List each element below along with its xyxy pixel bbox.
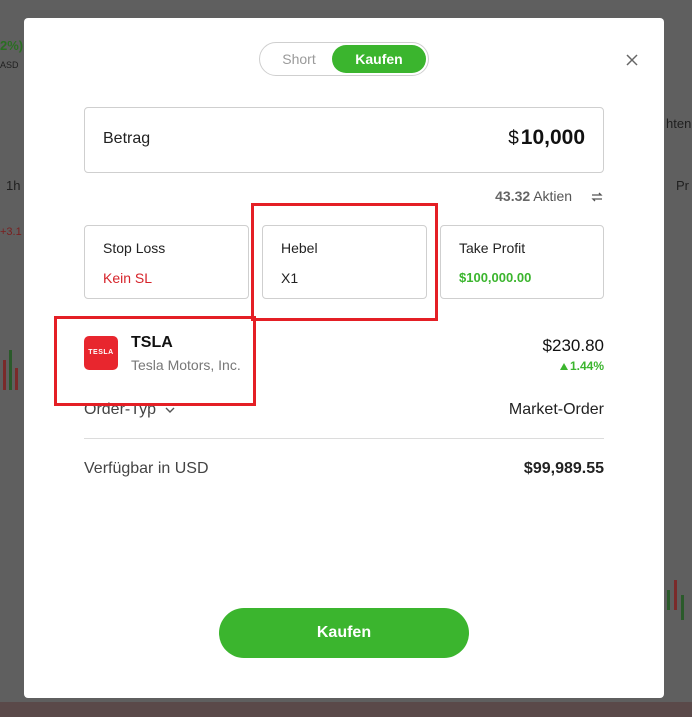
instrument-ticker: TSLA — [131, 334, 173, 351]
take-profit-value: $100,000.00 — [459, 270, 532, 285]
stop-loss-title: Stop Loss — [103, 240, 166, 256]
order-type-dropdown[interactable]: Order-Typ — [84, 401, 176, 419]
price-change: 1.44% — [559, 359, 604, 373]
up-arrow-icon — [559, 363, 568, 370]
short-option[interactable]: Short — [264, 45, 334, 73]
take-profit-title: Take Profit — [459, 240, 526, 256]
take-profit-card[interactable]: Take Profit $100,000.00 — [440, 225, 604, 299]
close-icon[interactable] — [622, 50, 642, 70]
tesla-logo: TESLA — [84, 336, 118, 370]
amount-number: 10,000 — [520, 126, 585, 149]
bg-chart-candles — [667, 580, 684, 620]
chevron-down-icon — [165, 407, 175, 413]
bg-fragment: hten — [666, 116, 692, 131]
available-value: $99,989.55 — [523, 460, 604, 477]
bg-chart-volume — [0, 702, 692, 717]
swap-icon[interactable] — [590, 190, 604, 204]
bg-fragment: 2%) — [0, 38, 24, 53]
shares-count: 43.32 Aktien — [495, 188, 604, 204]
instrument-price: $230.80 — [542, 336, 604, 355]
bg-fragment: ASD — [0, 60, 19, 70]
divider — [84, 438, 604, 439]
instrument-name: Tesla Motors, Inc. — [131, 357, 241, 373]
bg-chart-candles — [3, 350, 18, 390]
bg-fragment: 1h — [6, 178, 21, 193]
bg-fragment: Pr — [676, 178, 689, 193]
leverage-card[interactable]: Hebel X1 — [262, 225, 427, 299]
buy-button[interactable]: Kaufen — [219, 608, 469, 658]
shares-unit: Aktien — [533, 188, 573, 204]
order-modal: Short Kaufen Betrag $10,000 43.32 Aktien … — [24, 18, 664, 698]
price-change-value: 1.44% — [569, 359, 604, 373]
buy-option[interactable]: Kaufen — [332, 45, 426, 73]
shares-number: 43.32 — [495, 188, 531, 204]
currency-symbol: $ — [508, 128, 519, 149]
bg-fragment: +3.1 — [0, 226, 22, 238]
amount-label: Betrag — [103, 130, 151, 147]
amount-input[interactable]: Betrag $10,000 — [84, 107, 604, 173]
order-type-value: Market-Order — [508, 401, 604, 418]
order-type-label: Order-Typ — [84, 401, 157, 418]
stop-loss-value: Kein SL — [103, 270, 153, 286]
amount-value: $10,000 — [508, 126, 585, 150]
leverage-title: Hebel — [281, 240, 318, 256]
direction-toggle: Short Kaufen — [259, 42, 429, 76]
stop-loss-card[interactable]: Stop Loss Kein SL — [84, 225, 249, 299]
leverage-value: X1 — [281, 270, 299, 286]
available-label: Verfügbar in USD — [84, 460, 209, 477]
